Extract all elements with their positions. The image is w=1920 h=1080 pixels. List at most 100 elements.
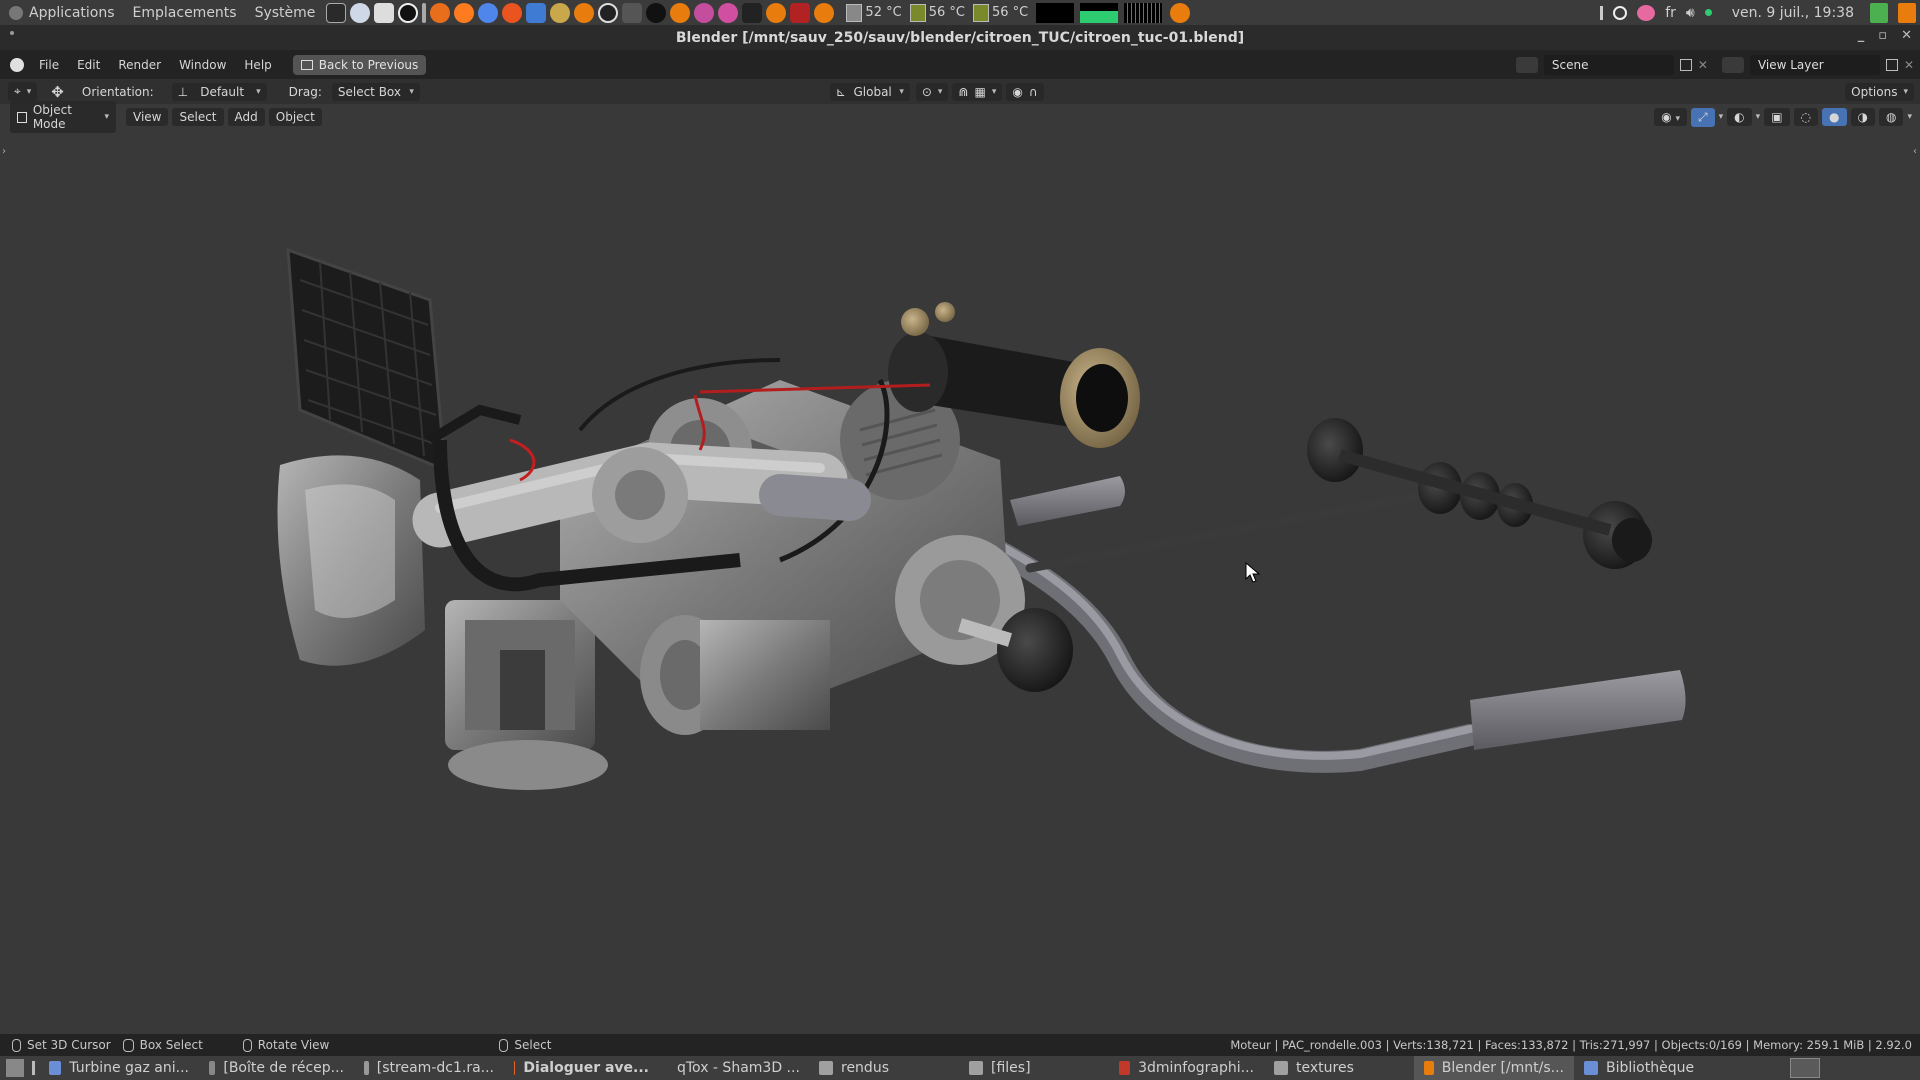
solid-shading-button[interactable]: ● xyxy=(1822,108,1847,126)
krita-launcher-icon[interactable] xyxy=(694,2,715,23)
taskbar-task[interactable]: Blender [/mnt/s... xyxy=(1414,1056,1574,1080)
notes-launcher-icon[interactable] xyxy=(374,2,395,23)
close-window-button[interactable]: ✕ xyxy=(1901,28,1912,43)
gizmo-toggle[interactable]: ⤢ xyxy=(1691,107,1715,127)
options-dropdown[interactable]: Options ▾ xyxy=(1845,82,1914,101)
overlays-toggle[interactable]: ◐ xyxy=(1727,108,1752,126)
taskbar-task[interactable]: Bibliothèque xyxy=(1574,1056,1724,1080)
move-tool-icon[interactable]: ✥ xyxy=(51,83,64,101)
back-to-previous-button[interactable]: Back to Previous xyxy=(292,54,427,75)
object-mode-dropdown[interactable]: Object Mode ▾ xyxy=(10,101,116,133)
delete-scene-icon[interactable]: ✕ xyxy=(1698,58,1708,72)
cpu-load-graph xyxy=(1036,2,1075,23)
media-launcher-icon[interactable] xyxy=(622,2,643,23)
task-label: Dialoguer ave... xyxy=(523,1060,649,1076)
terminal-launcher-icon[interactable] xyxy=(326,2,347,23)
render-menu[interactable]: Render xyxy=(109,58,170,72)
add-menu[interactable]: Add xyxy=(227,108,265,126)
chrome-launcher-icon[interactable] xyxy=(478,2,499,23)
drag-dropdown[interactable]: Select Box ▾ xyxy=(331,82,420,101)
amazon-launcher-icon[interactable] xyxy=(398,2,419,23)
wireframe-shading-button[interactable]: ◌ xyxy=(1793,108,1819,126)
taskbar-task[interactable]: rendus xyxy=(809,1056,959,1080)
window-menu[interactable]: Window xyxy=(170,58,235,72)
mail-icon[interactable] xyxy=(1637,4,1656,21)
taskbar-task[interactable]: qTox - Sham3D ... xyxy=(659,1056,809,1080)
show-desktop-icon[interactable] xyxy=(6,1059,24,1077)
pirate-launcher-icon[interactable] xyxy=(742,2,763,23)
ubuntu-launcher-icon[interactable] xyxy=(502,2,523,23)
maximize-button[interactable]: ▫ xyxy=(1878,28,1887,43)
view-layer-field[interactable]: View Layer xyxy=(1749,54,1880,75)
editor-type-dropdown[interactable]: ⌖ ▾ xyxy=(8,82,38,101)
cpu-temp-2: 56 °C xyxy=(909,3,965,22)
gimp-launcher-icon[interactable] xyxy=(550,2,571,23)
network-status-icon[interactable] xyxy=(1704,9,1712,16)
blender-launcher-2-icon[interactable] xyxy=(670,2,691,23)
transform-orientation-dropdown[interactable]: ⊾ Global ▾ xyxy=(829,82,910,101)
toolbar-expand-arrow-icon[interactable]: › xyxy=(2,146,6,157)
blender-launcher-icon[interactable] xyxy=(574,2,595,23)
file-menu[interactable]: File xyxy=(30,58,68,72)
blender-tray-icon[interactable] xyxy=(1170,2,1191,23)
visibility-dropdown[interactable]: ◉ ▾ xyxy=(1654,108,1688,126)
taskbar-task[interactable]: [files] xyxy=(959,1056,1109,1080)
transmission-launcher-icon[interactable] xyxy=(526,2,547,23)
screen-back-icon xyxy=(300,59,313,70)
taskbar-task[interactable]: textures xyxy=(1264,1056,1414,1080)
shading-dropdown[interactable]: ▾ xyxy=(1907,112,1912,122)
blender-launcher-3-icon[interactable] xyxy=(766,2,787,23)
3d-viewport[interactable]: › ‹ xyxy=(0,104,1920,1038)
system-menu[interactable]: Système xyxy=(246,5,325,21)
update-icon[interactable] xyxy=(1870,2,1888,23)
material-shading-button[interactable]: ◑ xyxy=(1850,108,1875,126)
edit-menu[interactable]: Edit xyxy=(68,58,109,72)
volume-icon[interactable]: 🔊︎ xyxy=(1686,5,1695,21)
taskbar-task[interactable]: [Boîte de récep... xyxy=(199,1056,354,1080)
obs-launcher-icon[interactable] xyxy=(598,2,619,23)
taskbar-task[interactable]: 3dminfographi... xyxy=(1109,1056,1264,1080)
app-launcher-x-icon[interactable] xyxy=(430,2,451,23)
minimize-button[interactable]: _ xyxy=(1858,28,1865,43)
window-menu-dot[interactable] xyxy=(10,31,14,35)
system-top-panel: Applications Emplacements Système 52 °C … xyxy=(0,0,1920,25)
blender-logo-icon[interactable] xyxy=(10,57,24,72)
delete-view-layer-icon[interactable]: ✕ xyxy=(1904,58,1914,72)
xray-toggle[interactable]: ▣ xyxy=(1764,108,1790,126)
scene-icon[interactable] xyxy=(1515,56,1538,73)
new-scene-icon[interactable] xyxy=(1679,58,1692,71)
workspace-switcher-icon[interactable] xyxy=(1790,1058,1820,1078)
gizmo-dropdown[interactable]: ▾ xyxy=(1719,112,1724,122)
snap-dropdown[interactable]: ⋒ ▦ ▾ xyxy=(952,82,1003,101)
taskbar-task[interactable]: Turbine gaz ani... xyxy=(39,1056,199,1080)
places-menu[interactable]: Emplacements xyxy=(124,5,246,21)
headset-icon[interactable] xyxy=(1613,5,1628,20)
applications-menu[interactable]: Applications xyxy=(0,5,124,21)
orientation-dropdown[interactable]: ⊥ Default ▾ xyxy=(171,82,267,101)
blender-launcher-4-icon[interactable] xyxy=(814,2,835,23)
chromium-launcher-icon[interactable] xyxy=(350,2,371,23)
new-view-layer-icon[interactable] xyxy=(1885,58,1898,71)
filezilla-launcher-icon[interactable] xyxy=(790,2,811,23)
pinwheel-launcher-icon[interactable] xyxy=(718,2,739,23)
clock[interactable]: ven. 9 juil., 19:38 xyxy=(1732,5,1854,21)
overlays-dropdown[interactable]: ▾ xyxy=(1756,112,1761,122)
rendered-shading-button[interactable]: ◍ xyxy=(1878,108,1904,126)
taskbar-task[interactable]: [stream-dc1.ra... xyxy=(354,1056,504,1080)
firefox-launcher-icon[interactable] xyxy=(454,2,475,23)
workspace-icon[interactable] xyxy=(1898,2,1916,23)
snap-grid-icon: ▦ xyxy=(974,84,986,99)
help-menu[interactable]: Help xyxy=(235,58,280,72)
pivot-point-dropdown[interactable]: ⊙ ▾ xyxy=(915,82,949,101)
app-icon xyxy=(1424,1061,1434,1075)
taskbar-task[interactable]: Dialoguer ave... xyxy=(504,1056,659,1080)
select-menu[interactable]: Select xyxy=(172,108,224,126)
scene-name-field[interactable]: Scene xyxy=(1543,54,1674,75)
view-menu[interactable]: View xyxy=(126,108,169,126)
view-layer-icon[interactable] xyxy=(1721,56,1744,73)
inkscape-launcher-icon[interactable] xyxy=(646,2,667,23)
sidebar-expand-arrow-icon[interactable]: ‹ xyxy=(1913,146,1917,157)
proportional-edit-dropdown[interactable]: ◉ ∩ xyxy=(1006,82,1044,101)
keyboard-layout[interactable]: fr xyxy=(1665,5,1676,21)
object-menu[interactable]: Object xyxy=(268,108,322,126)
